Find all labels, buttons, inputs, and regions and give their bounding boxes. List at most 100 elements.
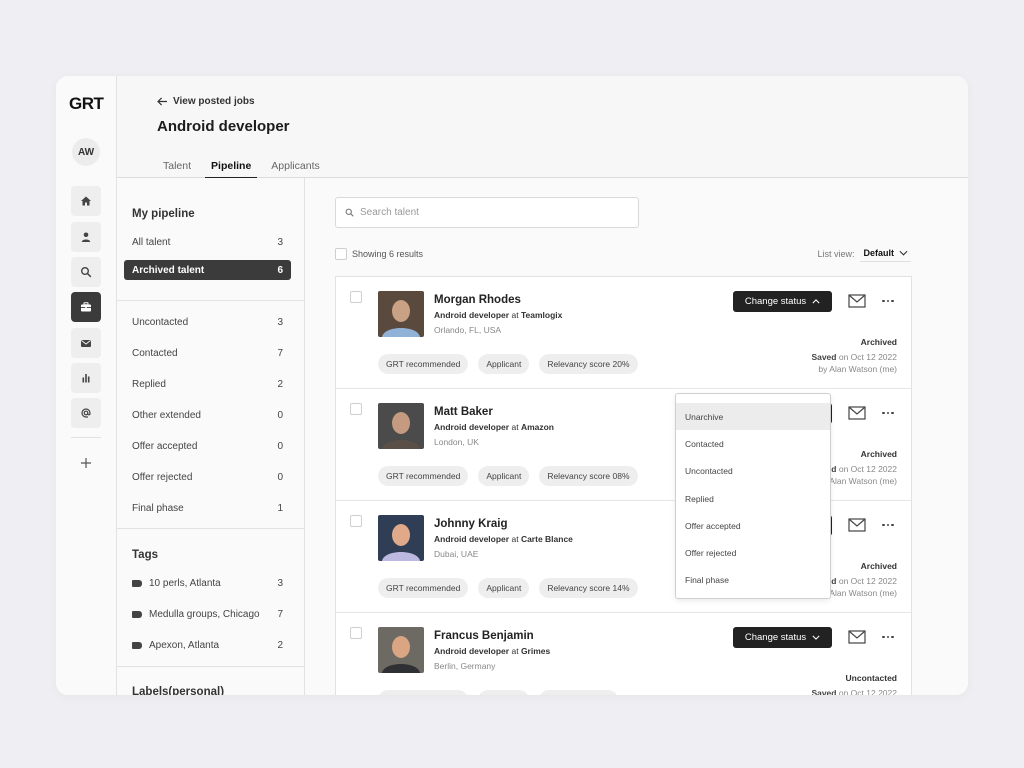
- labels-heading: Labels(personal): [132, 686, 225, 695]
- tag-item[interactable]: 10 perls, Atlanta 3: [124, 573, 291, 593]
- change-status-label: Change status: [744, 632, 807, 643]
- candidate-card[interactable]: Morgan Rhodes Android developer at Teaml…: [336, 277, 911, 389]
- item-count: 0: [277, 440, 283, 452]
- item-count: 7: [277, 608, 283, 620]
- back-to-posted-jobs-link[interactable]: View posted jobs: [157, 96, 255, 107]
- candidate-photo[interactable]: [378, 291, 424, 337]
- chip: GRT recommended: [378, 578, 469, 598]
- send-email-button[interactable]: [848, 294, 866, 308]
- more-options-button[interactable]: [879, 294, 897, 308]
- tab-talent[interactable]: Talent: [157, 156, 197, 178]
- send-email-button[interactable]: [848, 518, 866, 532]
- dot: [882, 523, 885, 527]
- item-label: 10 perls, Atlanta: [149, 577, 221, 589]
- rail-home-button[interactable]: [71, 186, 101, 216]
- candidate-photo[interactable]: [378, 515, 424, 561]
- chip: Relevancy score 14%: [539, 578, 638, 598]
- status-item-offer-accepted[interactable]: Offer accepted 0: [124, 436, 291, 456]
- candidate-checkbox[interactable]: [350, 403, 362, 415]
- user-avatar[interactable]: AW: [72, 138, 100, 166]
- candidate-checkbox[interactable]: [350, 291, 362, 303]
- status-option-final-phase[interactable]: Final phase: [676, 567, 830, 594]
- status-option-unarchive[interactable]: Unarchive: [676, 403, 830, 431]
- list-view-control: List view: Default: [817, 246, 911, 262]
- change-status-button[interactable]: Change status: [733, 627, 832, 648]
- chip: Applicant: [478, 354, 530, 374]
- candidate-status: Archived: [860, 337, 897, 347]
- candidate-name[interactable]: Johnny Kraig: [434, 518, 507, 530]
- send-email-button[interactable]: [848, 630, 866, 644]
- status-option-replied[interactable]: Replied: [676, 485, 830, 512]
- search-box[interactable]: [335, 197, 639, 228]
- status-item-other-extended[interactable]: Other extended 0: [124, 405, 291, 425]
- rail-people-button[interactable]: [71, 222, 101, 252]
- chip: GRT recommended: [378, 690, 469, 695]
- dot: [891, 635, 894, 639]
- status-option-uncontacted[interactable]: Uncontacted: [676, 458, 830, 485]
- rail-messages-button[interactable]: [71, 328, 101, 358]
- candidate-name[interactable]: Morgan Rhodes: [434, 294, 521, 306]
- dot: [886, 299, 890, 303]
- person-icon: [81, 232, 91, 242]
- candidate-photo[interactable]: [378, 403, 424, 449]
- pipeline-item-all-talent[interactable]: All talent 3: [124, 232, 291, 252]
- dot: [891, 299, 894, 303]
- search-icon: [345, 208, 354, 217]
- rail-analytics-button[interactable]: [71, 363, 101, 393]
- candidate-role: Android developer at Amazon: [434, 422, 554, 432]
- select-all-checkbox[interactable]: [335, 248, 347, 260]
- candidate-checkbox[interactable]: [350, 515, 362, 527]
- candidate-status: Archived: [860, 561, 897, 571]
- chip: Applicant: [478, 578, 530, 598]
- my-pipeline-heading: My pipeline: [132, 208, 195, 220]
- pipeline-item-archived-talent[interactable]: Archived talent 6: [124, 260, 291, 280]
- saved-info: Saved on Oct 12 2022by Alan Watson (me): [811, 688, 897, 695]
- at-icon: [81, 408, 91, 418]
- item-count: 3: [277, 236, 283, 248]
- more-options-button[interactable]: [879, 518, 897, 532]
- search-input[interactable]: [360, 207, 620, 218]
- rail-search-button[interactable]: [71, 257, 101, 287]
- status-option-offer-rejected[interactable]: Offer rejected: [676, 539, 830, 566]
- item-label: All talent: [132, 236, 171, 248]
- status-item-contacted[interactable]: Contacted 7: [124, 343, 291, 363]
- candidate-photo[interactable]: [378, 627, 424, 673]
- status-item-replied[interactable]: Replied 2: [124, 374, 291, 394]
- rail-jobs-button[interactable]: [71, 292, 101, 322]
- nav-rail: GRT AW: [56, 76, 117, 695]
- tag-item[interactable]: Medulla groups, Chicago 7: [124, 604, 291, 624]
- candidate-checkbox[interactable]: [350, 627, 362, 639]
- dot: [891, 411, 894, 415]
- tab-pipeline[interactable]: Pipeline: [205, 156, 258, 179]
- add-button[interactable]: [76, 453, 96, 473]
- more-options-button[interactable]: [879, 406, 897, 420]
- dot: [886, 523, 890, 527]
- chip: GRT recommended: [378, 354, 469, 374]
- status-item-final-phase[interactable]: Final phase 1: [124, 498, 291, 518]
- item-label: Uncontacted: [132, 316, 189, 328]
- candidate-location: London, UK: [434, 437, 479, 447]
- status-item-uncontacted[interactable]: Uncontacted 3: [124, 312, 291, 332]
- status-option-contacted[interactable]: Contacted: [676, 430, 830, 457]
- send-email-button[interactable]: [848, 406, 866, 420]
- item-count: 0: [277, 409, 283, 421]
- list-view-select[interactable]: Default: [860, 246, 911, 262]
- item-count: 2: [277, 639, 283, 651]
- more-options-button[interactable]: [879, 630, 897, 644]
- chevron-up-icon: [812, 299, 820, 304]
- candidate-name[interactable]: Francus Benjamin: [434, 630, 534, 642]
- candidate-name[interactable]: Matt Baker: [434, 406, 493, 418]
- tab-applicants[interactable]: Applicants: [265, 156, 325, 178]
- chip: Relevancy score: [539, 690, 619, 695]
- rail-email-button[interactable]: [71, 398, 101, 428]
- candidate-card[interactable]: Francus Benjamin Android developer at Gr…: [336, 613, 911, 695]
- item-label: Offer rejected: [132, 471, 193, 483]
- tag-item[interactable]: Apexon, Atlanta 2: [124, 635, 291, 655]
- candidate-role: Android developer at Carte Blance: [434, 534, 573, 544]
- change-status-button[interactable]: Change status: [733, 291, 832, 312]
- briefcase-icon: [81, 302, 91, 312]
- tag-icon: [132, 579, 142, 587]
- status-item-offer-rejected[interactable]: Offer rejected 0: [124, 467, 291, 487]
- status-option-offer-accepted[interactable]: Offer accepted: [676, 512, 830, 539]
- item-label: Other extended: [132, 409, 201, 421]
